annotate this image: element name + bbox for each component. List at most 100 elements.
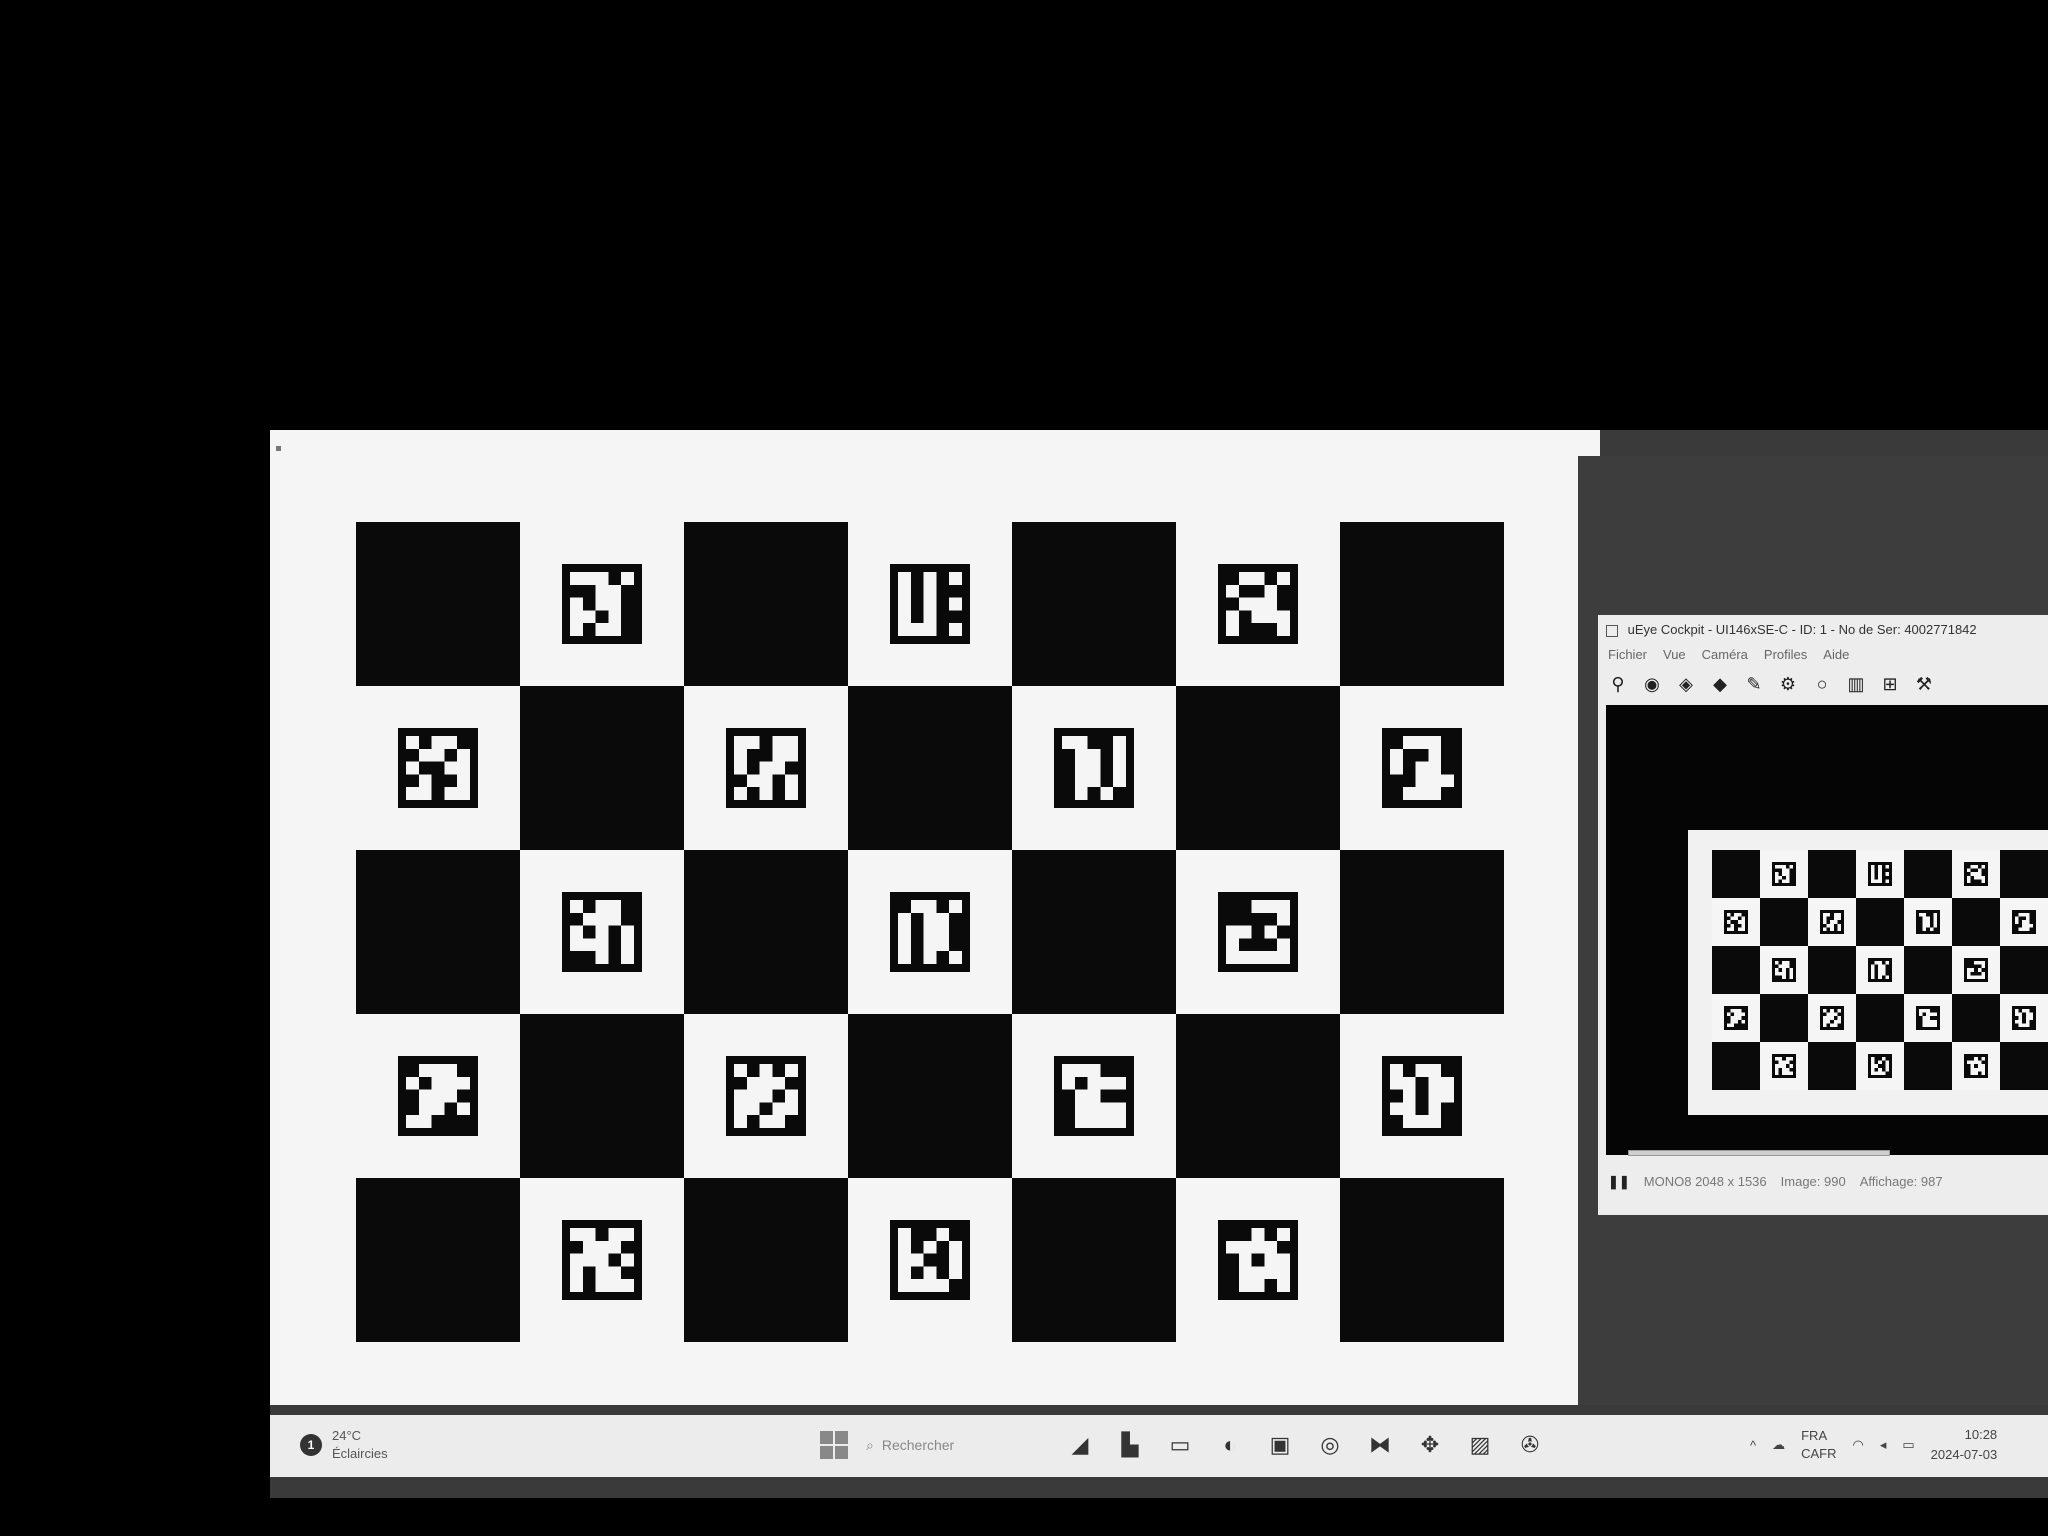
marker-bit xyxy=(734,1064,747,1077)
marker-bit xyxy=(923,584,937,598)
marker-bit xyxy=(1981,1057,1985,1061)
widgets-icon[interactable]: ◢ xyxy=(1064,1429,1096,1461)
marker-bit xyxy=(1933,923,1937,928)
marker-bit xyxy=(570,1228,583,1241)
marker-bit xyxy=(949,1253,962,1267)
marker-bit xyxy=(1871,865,1875,869)
marker-bit xyxy=(1970,975,1975,979)
task-view-icon[interactable]: ▙ xyxy=(1114,1429,1146,1461)
marker-bit xyxy=(1871,872,1875,876)
menu-profiles[interactable]: Profiles xyxy=(1764,645,1807,665)
marker-bit xyxy=(1251,1228,1265,1241)
preview-square xyxy=(1952,898,2000,946)
pause-icon[interactable]: ❚❚ xyxy=(1608,1170,1630,1194)
board-square xyxy=(1340,1014,1504,1178)
language-indicator[interactable]: FRA CAFR xyxy=(1801,1427,1836,1463)
window-title-bar[interactable] xyxy=(270,430,1600,454)
wifi-icon[interactable]: ◠ xyxy=(1853,1437,1864,1453)
calibration-board-window[interactable] xyxy=(270,430,1600,1405)
marker-bit xyxy=(2029,1012,2033,1017)
camera-live-view[interactable] xyxy=(1606,705,2048,1155)
marker-bit xyxy=(1981,975,1985,979)
marker-bit xyxy=(2022,923,2026,928)
marker-bit xyxy=(621,572,634,585)
marker-bit xyxy=(595,1240,609,1254)
marker-bit xyxy=(772,1102,786,1116)
camera-live-icon[interactable]: ◉ xyxy=(1640,672,1664,696)
photos-icon[interactable]: ▨ xyxy=(1464,1429,1496,1461)
marker-bit xyxy=(759,1076,773,1090)
marker-bit xyxy=(1922,1019,1927,1024)
weather-widget[interactable]: 1 24°C Éclaircies xyxy=(300,1427,388,1463)
store-icon[interactable]: ▣ xyxy=(1264,1429,1296,1461)
marker-bit xyxy=(1871,964,1875,969)
board-aruco-marker xyxy=(398,728,478,808)
app-icon[interactable]: ✥ xyxy=(1414,1429,1446,1461)
board-aruco-marker xyxy=(398,1056,478,1136)
settings-gear-icon[interactable]: ⚙ xyxy=(1776,672,1800,696)
marker-bit xyxy=(1402,1115,1416,1128)
volume-icon[interactable]: ◂ xyxy=(1880,1437,1887,1453)
marker-bit xyxy=(1775,875,1779,880)
menu-file[interactable]: Fichier xyxy=(1608,645,1647,665)
scroll-bar[interactable] xyxy=(1628,1150,1890,1156)
marker-bit xyxy=(1277,938,1290,952)
open-camera-icon[interactable]: ⚲ xyxy=(1606,672,1630,696)
marker-bit xyxy=(759,1115,773,1128)
record-icon[interactable]: ◆ xyxy=(1708,672,1732,696)
marker-bit xyxy=(1734,916,1738,921)
histogram-icon[interactable]: ▥ xyxy=(1844,672,1868,696)
snapshot-icon[interactable]: ◈ xyxy=(1674,672,1698,696)
vscode-icon[interactable]: ⧓ xyxy=(1364,1429,1396,1461)
marker-bit xyxy=(444,736,458,749)
cloud-icon[interactable]: ☁ xyxy=(1772,1437,1785,1453)
marker-bit xyxy=(1933,913,1937,917)
edge-browser-icon[interactable]: ◐ xyxy=(1214,1429,1246,1461)
marker-bit xyxy=(1264,610,1278,624)
chevron-up-icon[interactable]: ^ xyxy=(1750,1438,1756,1453)
marker-bit xyxy=(1238,1240,1252,1254)
menu-camera[interactable]: Caméra xyxy=(1702,645,1748,665)
marker-bit xyxy=(1727,1023,1731,1027)
marker-bit xyxy=(1074,774,1088,788)
taskbar-search[interactable]: ⌕ Rechercher xyxy=(866,1430,1046,1460)
ueye-cockpit-window[interactable]: uEye Cockpit - UI146xSE-C - ID: 1 - No d… xyxy=(1598,615,2048,1215)
marker-bit xyxy=(2018,1012,2023,1017)
marker-bit xyxy=(570,900,583,913)
marker-bit xyxy=(2025,920,2030,924)
marker-bit xyxy=(1264,951,1278,964)
board-square xyxy=(1340,522,1504,686)
clock[interactable]: 10:28 2024-07-03 xyxy=(1931,1425,1998,1465)
cockpit-title-bar[interactable]: uEye Cockpit - UI146xSE-C - ID: 1 - No d… xyxy=(1598,615,2048,645)
board-aruco-marker xyxy=(1382,728,1462,808)
marker-bit xyxy=(1823,1023,1827,1027)
chrome-icon[interactable]: ◎ xyxy=(1314,1429,1346,1461)
marker-bit xyxy=(910,623,924,636)
circle-tool-icon[interactable]: ○ xyxy=(1810,672,1834,696)
menu-view[interactable]: Vue xyxy=(1663,645,1686,665)
marker-bit xyxy=(1974,872,1978,876)
marker-bit xyxy=(1837,916,1841,921)
camera-tool-icon[interactable]: ✇ xyxy=(1514,1429,1546,1461)
start-button[interactable] xyxy=(820,1431,848,1459)
marker-bit xyxy=(1782,865,1786,869)
battery-icon[interactable]: ▭ xyxy=(1902,1437,1914,1453)
marker-bit xyxy=(621,1253,634,1267)
marker-bit xyxy=(1785,1071,1790,1075)
marker-bit xyxy=(595,623,609,636)
marker-bit xyxy=(608,623,622,636)
marker-bit xyxy=(1878,975,1882,979)
file-explorer-icon[interactable]: ▭ xyxy=(1164,1429,1196,1461)
marker-bit xyxy=(1871,1071,1875,1075)
wrench-icon[interactable]: ⚒ xyxy=(1912,672,1936,696)
marker-bit xyxy=(1926,1012,1930,1017)
marker-bit xyxy=(1878,872,1882,876)
marker-bit xyxy=(2018,1016,2023,1020)
marker-bit xyxy=(1741,916,1745,921)
marker-bit xyxy=(1871,1067,1875,1072)
marker-bit xyxy=(1974,865,1978,869)
menu-help[interactable]: Aide xyxy=(1823,645,1849,665)
tools-icon[interactable]: ✎ xyxy=(1742,672,1766,696)
marker-bit xyxy=(1074,787,1088,800)
grid-icon[interactable]: ⊞ xyxy=(1878,672,1902,696)
